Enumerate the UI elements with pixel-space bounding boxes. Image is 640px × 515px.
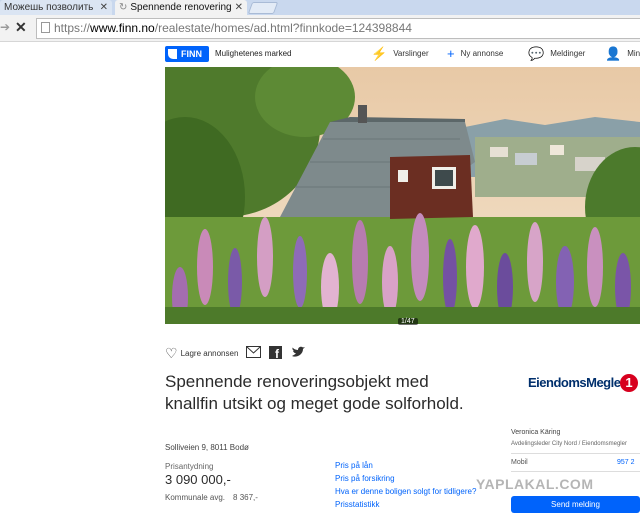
save-ad-button[interactable]: ♡ Lagre annonsen xyxy=(165,346,240,360)
watermark-text: YAPLAKAL.COM xyxy=(476,476,594,492)
mobile-label: Mobil xyxy=(511,459,528,466)
stop-x-icon[interactable]: ✕ xyxy=(15,19,27,36)
house-photo-image xyxy=(165,67,640,324)
nav-min[interactable]: 👤 Min xyxy=(605,45,640,63)
agent-role: Avdelingsleder City Nord / Eiendomsmegle… xyxy=(511,441,627,447)
tab-title: Spennende renovering xyxy=(130,2,232,13)
listing-address: Solliveien 9, 8011 Bodø xyxy=(165,443,249,452)
plus-icon: + xyxy=(447,46,455,61)
browser-tab-bar: Можешь позволить ✕ ↻ Spennende renovering… xyxy=(0,0,640,15)
municipal-fees: Kommunale avg. 8 367,- xyxy=(165,493,258,502)
save-ad-label: Lagre annonsen xyxy=(180,349,239,358)
send-message-button[interactable]: Send melding xyxy=(511,496,640,513)
link-sold-history[interactable]: Hva er denne boligen solgt for tidligere… xyxy=(335,487,476,496)
nav-meldinger[interactable]: 💬 Meldinger xyxy=(528,45,585,63)
nav-ny-annonse[interactable]: + Ny annonse xyxy=(447,45,503,63)
municipal-label: Kommunale avg. xyxy=(165,493,226,502)
broker-logo-number: 1 xyxy=(620,374,638,392)
url-scheme: https:// xyxy=(54,21,91,35)
mobile-number-link[interactable]: 957 2 xyxy=(617,459,635,466)
link-insurance-price[interactable]: Pris på forsikring xyxy=(335,474,395,483)
url-host: www.finn.no xyxy=(90,21,155,35)
facebook-icon[interactable]: f xyxy=(269,346,282,361)
agent-name: Veronica Käring xyxy=(511,429,561,436)
listing-title: Spennende renoveringsobjekt med knallfin… xyxy=(165,372,464,413)
browser-tab-1[interactable]: Можешь позволить ✕ xyxy=(0,0,112,15)
chat-icon: 💬 xyxy=(528,46,545,61)
divider xyxy=(511,453,640,454)
page-icon xyxy=(41,22,50,33)
new-tab-button[interactable] xyxy=(247,2,279,14)
email-icon[interactable] xyxy=(246,346,261,360)
site-tagline: Mulighetenes marked xyxy=(215,49,292,58)
bolt-icon: ⚡ xyxy=(371,46,388,61)
nav-label: Meldinger xyxy=(550,49,586,58)
photo-counter: 1/47 xyxy=(398,318,418,325)
tab-title: Можешь позволить xyxy=(4,2,94,13)
tab-close-icon[interactable]: ✕ xyxy=(235,0,243,15)
browser-tab-2[interactable]: ↻ Spennende renovering ✕ xyxy=(115,0,247,15)
finn-logo[interactable]: FINN xyxy=(165,46,209,62)
price-label: Prisantydning xyxy=(165,462,214,471)
twitter-icon[interactable] xyxy=(291,346,306,360)
url-input[interactable]: https://www.finn.no/realestate/homes/ad.… xyxy=(36,18,640,39)
nav-varslinger[interactable]: ⚡ Varslinger xyxy=(371,45,429,63)
address-bar: ➔ ✕ https://www.finn.no/realestate/homes… xyxy=(0,15,640,42)
nav-label: Min xyxy=(627,49,640,58)
tab-close-icon[interactable]: ✕ xyxy=(100,0,108,15)
link-price-statistics[interactable]: Prisstatistikk xyxy=(335,500,379,509)
price-value: 3 090 000,- xyxy=(165,472,231,487)
site-header: FINN Mulighetenes marked ⚡ Varslinger + Ny… xyxy=(165,42,640,67)
user-icon: 👤 xyxy=(605,46,622,61)
broker-logo: EiendomsMegler xyxy=(528,375,626,390)
heart-icon: ♡ xyxy=(165,345,178,361)
listing-photo[interactable] xyxy=(165,67,640,324)
nav-label: Ny annonse xyxy=(460,49,504,58)
back-arrow-icon[interactable]: ➔ xyxy=(0,20,10,34)
municipal-value: 8 367,- xyxy=(233,493,258,502)
link-loan-price[interactable]: Pris på lån xyxy=(335,461,373,470)
divider xyxy=(511,471,640,472)
loading-spinner-icon: ↻ xyxy=(119,2,128,13)
nav-label: Varslinger xyxy=(393,49,429,58)
url-path: /realestate/homes/ad.html?finnkode=12439… xyxy=(154,21,412,35)
